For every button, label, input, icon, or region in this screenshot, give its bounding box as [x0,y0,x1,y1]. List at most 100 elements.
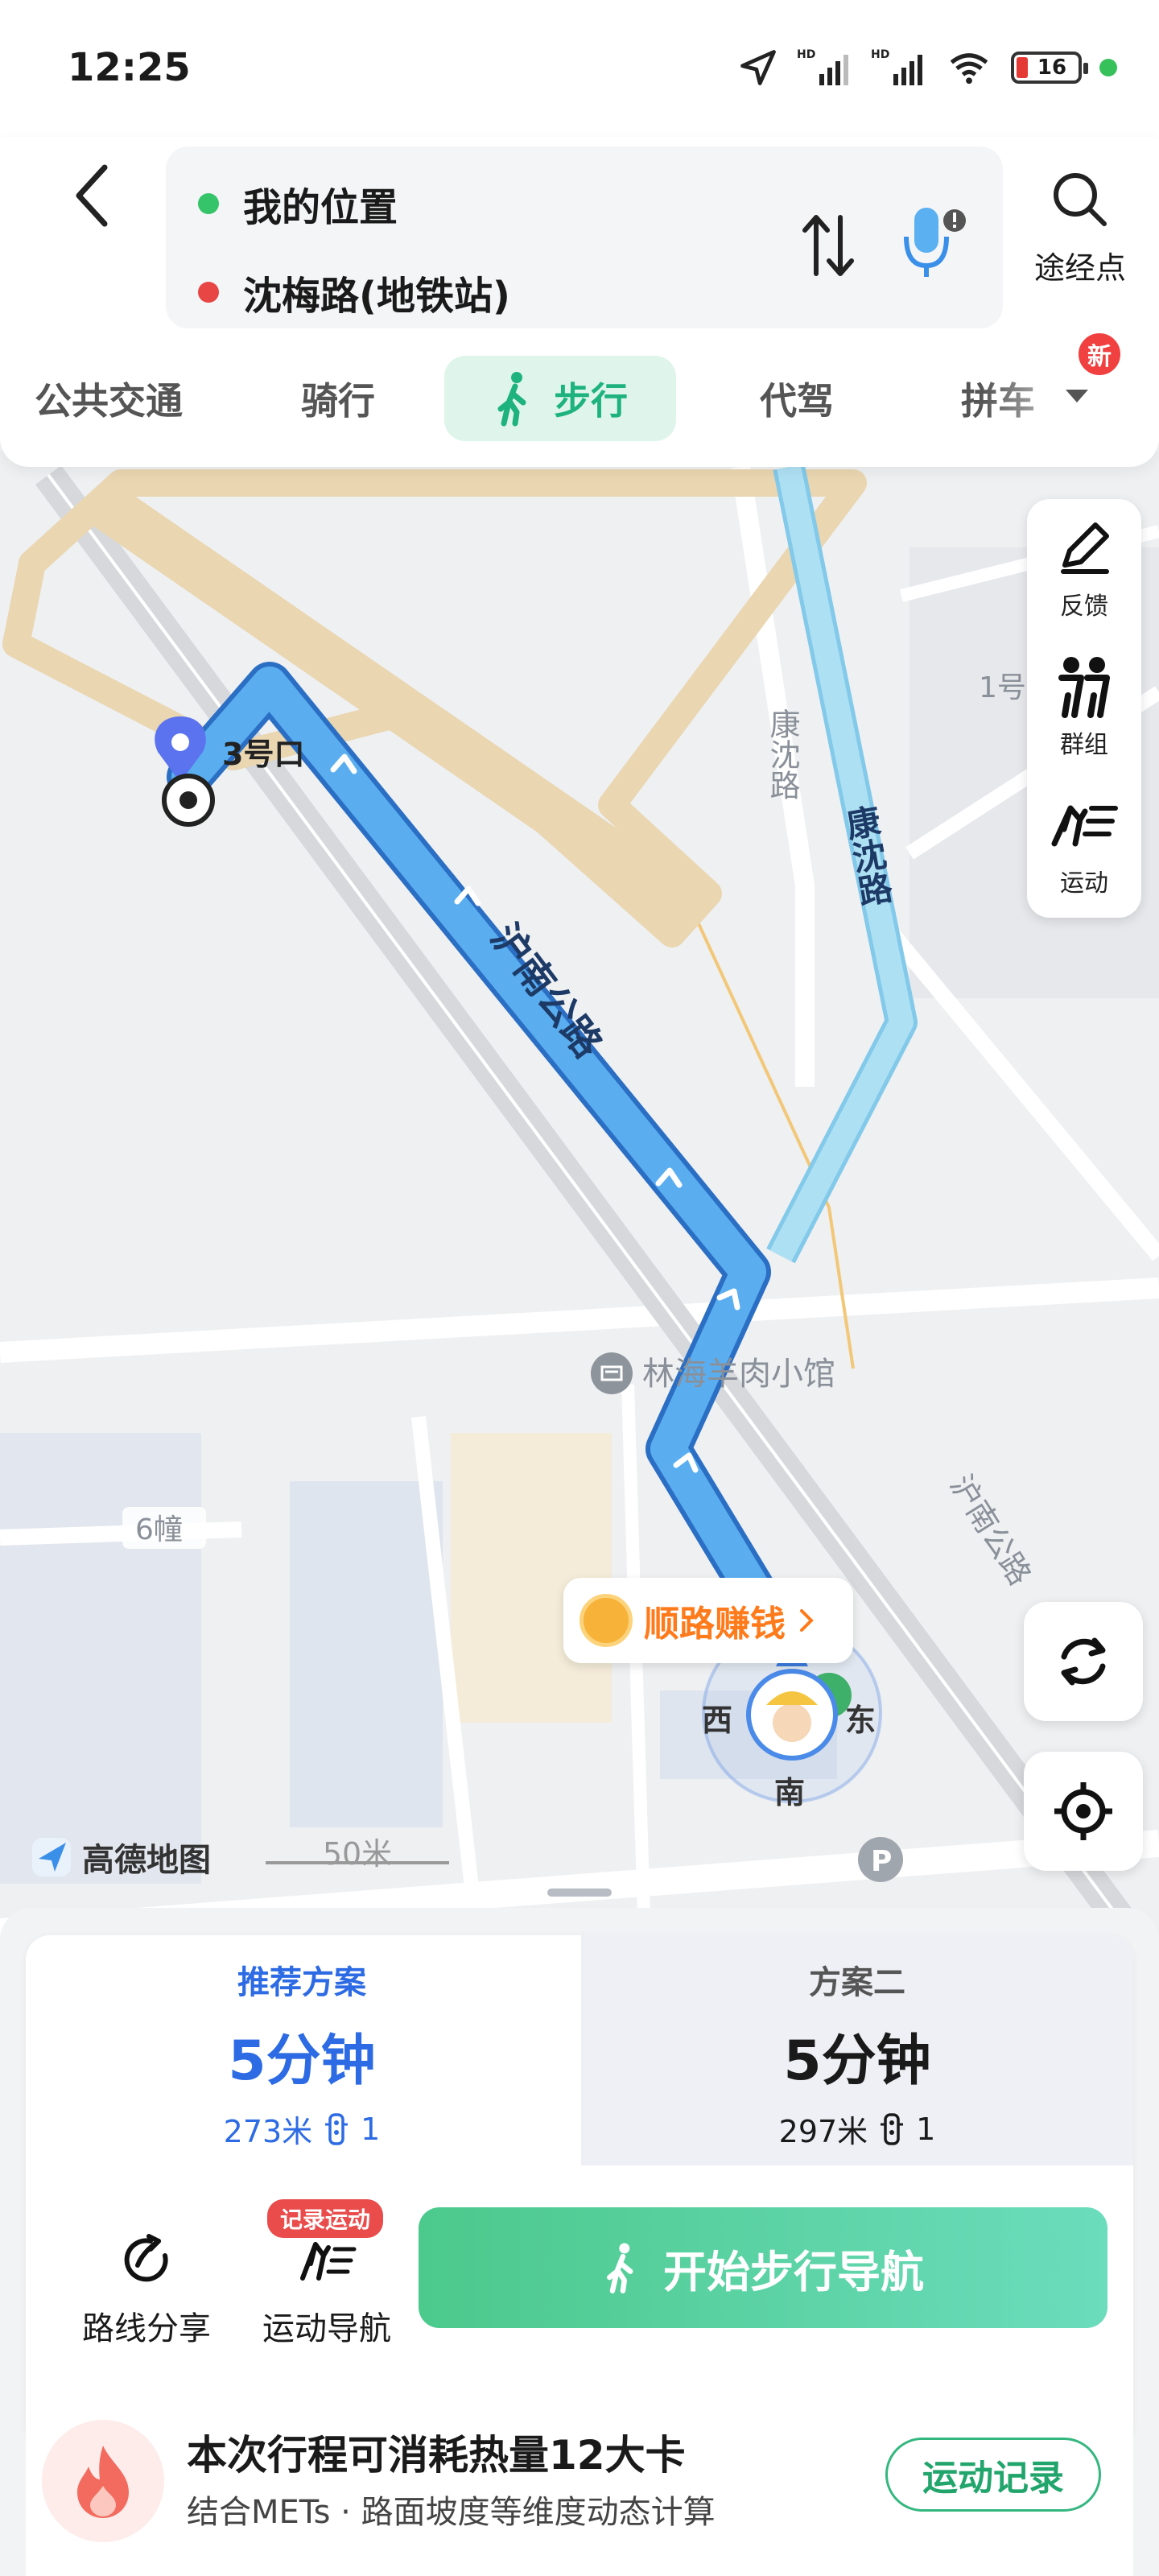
more-tabs-button[interactable] [1061,380,1101,420]
traffic-light-icon [881,2112,904,2145]
sport-record-button[interactable]: 运动记录 [885,2438,1101,2512]
tool-label: 群组 [1060,731,1108,759]
origin-field[interactable]: 我的位置 [198,175,398,232]
refresh-icon [1061,1637,1106,1686]
status-time: 12:25 [68,45,191,90]
start-walking-navigation-button[interactable]: 开始步行导航 [419,2207,1107,2328]
earn-money-promo[interactable]: 顺路赚钱 [563,1578,853,1663]
tab-label: 代驾 [760,379,834,423]
battery-level: 16 [1037,56,1067,80]
sport-icon [1051,805,1118,847]
feedback-button[interactable]: 反馈 [1027,499,1141,638]
privacy-dot [1099,59,1117,76]
compass-south: 南 [774,1775,805,1810]
signal-hd-icon-2: HD [871,48,922,85]
plan-recommended[interactable]: 推荐方案 5分钟 273米 1 [26,1935,578,2165]
sport-button[interactable]: 运动 [1027,776,1141,914]
share-route-button[interactable]: 路线分享 [58,2231,235,2349]
walking-person-icon [497,372,526,427]
plan-meta: 297米 1 [581,2107,1133,2151]
plan-distance: 273米 [223,2114,313,2149]
tab-public-transit[interactable]: 公共交通 [16,356,201,441]
status-bar: 12:25 HD HD 16 [0,0,1159,137]
map-label-kangshen-road-2: 康沈路 [839,803,895,910]
locate-icon [1054,1782,1112,1840]
location-arrow-icon [740,50,776,85]
calorie-card: 本次行程可消耗热量12大卡 结合METs · 路面坡度等维度动态计算 运动记录 [26,2386,1133,2576]
origin-text: 我的位置 [243,185,398,230]
tab-label: 公共交通 [35,379,183,423]
locate-me-button[interactable] [1024,1752,1143,1871]
amap-logo-icon [32,1838,71,1876]
svg-text:HD: HD [797,48,815,61]
plan-two[interactable]: 方案二 5分钟 297米 1 [581,1935,1133,2165]
coin-icon [580,1594,633,1647]
amap-logo-text: 高德地图 [82,1842,211,1879]
plan-meta: 273米 1 [26,2107,578,2151]
share-icon [124,2234,168,2282]
traffic-light-icon [325,2112,349,2145]
start-button-label: 开始步行导航 [663,2246,924,2297]
chevron-down-icon [1066,390,1088,402]
map-view[interactable]: 沪南公路 沪南公路 康沈路 康沈路 1号 6幢 林海羊肉小馆 3号口 P 北 西… [0,451,1159,1948]
tab-label: 步行 [554,379,628,423]
plan-time: 5分钟 [783,2029,931,2093]
plan-lights: 1 [916,2111,936,2147]
voice-input-button[interactable] [890,196,971,285]
status-icons: HD HD 16 [737,45,1117,90]
sport-navigation-button[interactable]: 运动导航 [238,2231,415,2349]
compass-west: 西 [702,1703,732,1738]
calorie-subtitle: 结合METs · 路面坡度等维度动态计算 [187,2494,716,2531]
svg-text:P: P [871,1845,892,1878]
sheet-drag-handle[interactable] [547,1889,612,1897]
waypoint-label: 途经点 [1033,250,1126,286]
flame-icon [77,2446,129,2518]
map-label-kangshen-road: 康沈路 [765,708,800,800]
chevron-right-icon [800,1609,814,1632]
destination-text: 沈梅路(地铁站) [243,274,510,319]
sport-nav-label: 运动导航 [262,2310,391,2347]
waypoint-button[interactable]: 途经点 [1024,169,1136,290]
plan-name: 方案二 [809,1964,905,2001]
map-scale: 50米 [266,1829,449,1872]
map-label-exit: 3号口 [222,737,304,772]
signal-hd-icon: HD [797,48,848,85]
back-button[interactable] [68,159,116,232]
tab-label: 骑行 [301,379,375,423]
refresh-route-button[interactable] [1024,1602,1143,1721]
map-tools-panel: 反馈 群组 运动 [1027,499,1141,918]
destination-dot-icon [198,282,219,303]
compass-east: 东 [845,1703,876,1738]
map-label-hunan-road-side: 沪南公路 [943,1468,1038,1591]
group-button[interactable]: 群组 [1027,638,1141,776]
map-label-building-6: 6幢 [135,1513,183,1546]
plan-lights: 1 [361,2111,381,2147]
swap-button[interactable] [800,209,856,282]
tool-label: 反馈 [1060,592,1108,621]
plan-time: 5分钟 [228,2029,376,2093]
route-plans-card: 推荐方案 5分钟 273米 1 方案二 5分钟 297米 1 路线分享 记录运动… [26,1935,1133,2447]
share-label: 路线分享 [82,2310,211,2347]
tool-label: 运动 [1060,869,1108,898]
back-arrow-icon [76,164,108,227]
feedback-icon [1061,522,1109,574]
tab-chauffeur[interactable]: 代驾 [724,356,869,441]
record-sport-badge: 记录运动 [267,2199,384,2238]
map-label-building-1: 1号 [979,671,1026,704]
group-icon [1058,657,1110,718]
plan-distance: 297米 [778,2114,868,2149]
route-input-box: 我的位置 沈梅路(地铁站) [166,147,1003,328]
tab-walking[interactable]: 步行 [444,356,676,441]
destination-field[interactable]: 沈梅路(地铁站) [198,264,510,320]
tab-cycling[interactable]: 骑行 [266,356,410,441]
sport-nav-icon [300,2242,357,2281]
route-header: 我的位置 沈梅路(地铁站) 途经点 公共交通 骑行 步行 代驾 拼车 新 [0,137,1159,467]
origin-dot-icon [198,193,219,214]
promo-text: 顺路赚钱 [644,1604,786,1645]
wifi-icon [950,53,988,85]
search-icon [1054,173,1107,226]
swap-arrows-icon [802,215,854,276]
map-canvas: 沪南公路 沪南公路 康沈路 康沈路 1号 6幢 林海羊肉小馆 3号口 P 北 西… [0,464,1159,1948]
flame-icon-wrap [42,2420,164,2542]
calorie-title: 本次行程可消耗热量12大卡 [187,2432,686,2479]
